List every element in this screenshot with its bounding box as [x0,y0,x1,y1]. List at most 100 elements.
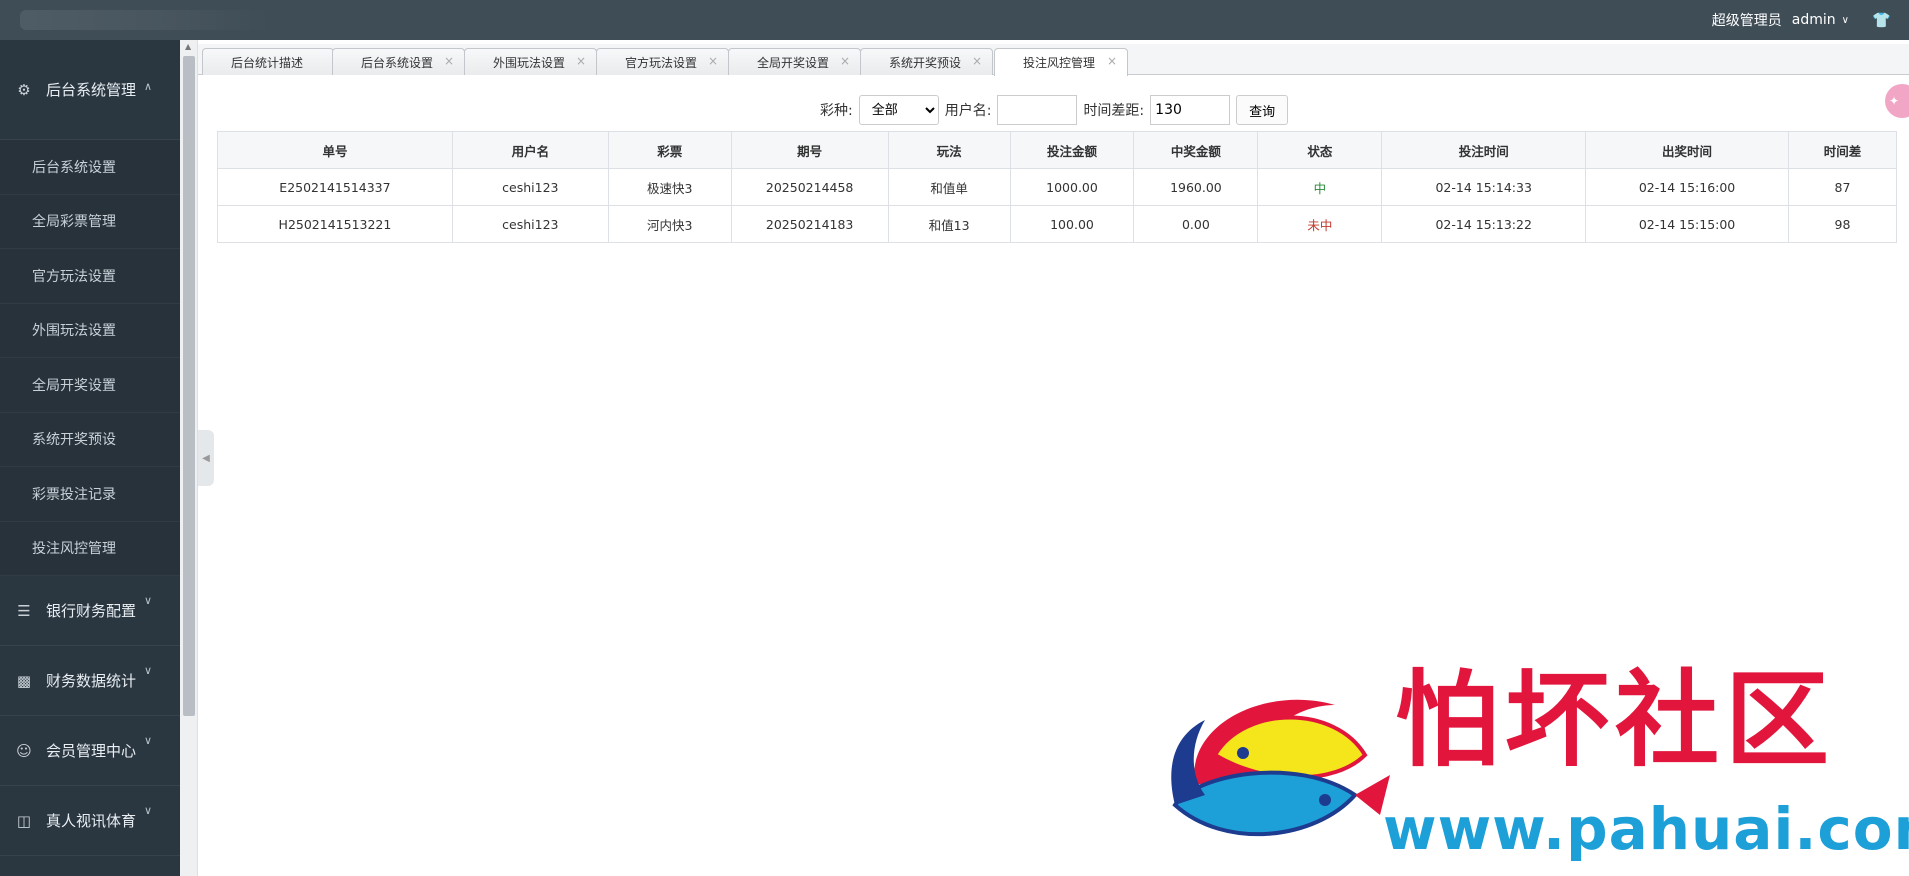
logo [20,10,270,30]
chevron-up-icon: ∧ [143,80,152,93]
cell-lottery: 极速快3 [607,168,732,206]
filter-form: 彩种: 全部 用户名: 时间差距: 查询 [820,95,1289,125]
tab-official-play[interactable]: 官方玩法设置 × [596,48,729,75]
user-role: 超级管理员 [1711,13,1782,29]
sidebar-group-bank[interactable]: ☰ 银行财务配置 ∨ [0,576,180,646]
cell-bet-amount: 100.00 [1009,205,1135,243]
cell-play-type: 和值单 [887,168,1011,206]
tab-draw-preset[interactable]: 系统开奖预设 × [860,48,993,75]
close-icon[interactable]: × [444,54,454,68]
sidebar-item-external-play[interactable]: 外围玩法设置 [0,304,180,358]
sidebar-group-label: 会员管理中心 [46,742,137,760]
tab-bar: 后台统计描述 后台系统设置 × 外围玩法设置 × 官方玩法设置 × 全局开奖设置… [198,44,1909,118]
cell-win-amount: 1960.00 [1133,168,1259,206]
top-bar: 超级管理员 admin ∨ 👕 [0,0,1909,40]
col-order-no: 单号 [217,131,453,169]
col-play-type: 玩法 [887,131,1011,169]
sidebar-group-system[interactable]: ⚙ 后台系统管理 ∧ [0,40,180,140]
col-username: 用户名 [451,131,609,169]
gift-icon: ◫ [16,811,32,830]
sidebar-item-lottery-management[interactable]: 全局彩票管理 [0,195,180,249]
chevron-down-icon: ∨ [143,594,152,607]
list-icon: ☰ [17,601,31,620]
username-input[interactable] [997,95,1078,125]
bar-chart-icon: ▩ [16,671,32,690]
close-icon[interactable]: × [972,54,982,68]
sidebar: ⚙ 后台系统管理 ∧ 后台系统设置 全局彩票管理 官方玩法设置 外围玩法设置 全… [0,40,180,876]
tab-label: 官方玩法设置 [625,55,698,70]
cell-draw-time: 02-14 15:15:00 [1585,205,1789,243]
col-period: 期号 [730,131,889,169]
chevron-down-icon: ∨ [143,804,152,817]
collapse-sidebar-button[interactable]: ◀ [198,430,214,486]
close-icon[interactable]: × [840,54,850,68]
chevron-down-icon: ∨ [143,664,152,677]
col-draw-time: 出奖时间 [1585,131,1789,169]
lottery-label: 彩种: [820,103,853,119]
sidebar-item-draw-preset[interactable]: 系统开奖预设 [0,413,180,467]
tab-label: 后台系统设置 [361,55,434,70]
username-label: 用户名: [944,103,992,119]
scroll-up-icon[interactable]: ▲ [185,42,191,51]
tab-stats-description[interactable]: 后台统计描述 [202,48,334,75]
sidebar-group-live-sports[interactable]: ◫ 真人视讯体育 ∨ [0,786,180,856]
sidebar-scrollbar[interactable]: ▲ [180,40,198,876]
watermark-text: 怕坏社区 [1395,658,1836,781]
sidebar-submenu: 后台系统设置 全局彩票管理 官方玩法设置 外围玩法设置 全局开奖设置 系统开奖预… [0,140,180,576]
tab-external-play[interactable]: 外围玩法设置 × [464,48,597,75]
cell-time-diff: 87 [1787,168,1898,206]
shirt-icon[interactable]: 👕 [1872,11,1891,29]
table-header-row: 单号 用户名 彩票 期号 玩法 投注金额 中奖金额 状态 投注时间 出奖时间 时… [217,131,1898,169]
sidebar-item-risk-control[interactable]: 投注风控管理 [0,522,180,576]
cell-status: 中 [1257,168,1383,206]
tab-risk-control[interactable]: 投注风控管理 × [994,48,1128,76]
cell-play-type: 和值13 [887,205,1011,243]
query-button[interactable]: 查询 [1236,95,1289,125]
tool-icon: ✦ [1889,94,1900,108]
fish-logo-icon [1171,699,1390,837]
table-row: H2502141513221 ceshi123 河内快3 20250214183… [217,205,1898,243]
time-diff-label: 时间差距: [1083,103,1145,119]
col-win-amount: 中奖金额 [1133,131,1259,169]
risk-control-table: 单号 用户名 彩票 期号 玩法 投注金额 中奖金额 状态 投注时间 出奖时间 时… [217,131,1898,243]
cell-status: 未中 [1257,205,1383,243]
sidebar-group-label: 财务数据统计 [46,672,137,690]
time-diff-input[interactable] [1150,95,1231,125]
tab-global-draw[interactable]: 全局开奖设置 × [728,48,861,75]
chevron-left-icon: ◀ [202,452,210,464]
table-row: E2502141514337 ceshi123 极速快3 20250214458… [217,168,1898,206]
cell-period: 20250214458 [730,168,889,206]
user-menu[interactable]: 超级管理员 admin ∨ [1712,10,1849,30]
col-bet-time: 投注时间 [1381,131,1587,169]
sidebar-group-finance-stats[interactable]: ▩ 财务数据统计 ∨ [0,646,180,716]
cell-period: 20250214183 [730,205,889,243]
lottery-select[interactable]: 全部 [858,95,939,125]
gear-icon: ⚙ [17,80,31,99]
col-lottery: 彩票 [607,131,732,169]
tab-system-settings[interactable]: 后台系统设置 × [332,48,465,75]
sidebar-group-label: 银行财务配置 [46,602,137,620]
sidebar-item-bet-records[interactable]: 彩票投注记录 [0,467,180,522]
sidebar-item-system-settings[interactable]: 后台系统设置 [0,140,180,195]
sidebar-item-global-draw[interactable]: 全局开奖设置 [0,358,180,413]
watermark: 怕坏社区 www.pahuai.com [1155,658,1909,865]
cell-bet-amount: 1000.00 [1009,168,1135,206]
tab-label: 外围玩法设置 [493,55,566,70]
cell-order-no: H2502141513221 [217,205,453,243]
cell-lottery: 河内快3 [607,205,732,243]
sidebar-group-label: 后台系统管理 [46,81,137,99]
user-icon: ☺ [16,741,32,760]
close-icon[interactable]: × [1107,54,1117,68]
tab-label: 全局开奖设置 [757,55,830,70]
floating-tool-button[interactable]: ✦ [1885,84,1909,118]
scrollbar-thumb[interactable] [183,56,195,716]
sidebar-item-official-play[interactable]: 官方玩法设置 [0,249,180,304]
sidebar-group-label: 真人视讯体育 [46,812,137,830]
cell-bet-time: 02-14 15:14:33 [1381,168,1587,206]
close-icon[interactable]: × [708,54,718,68]
col-bet-amount: 投注金额 [1009,131,1135,169]
col-time-diff: 时间差 [1787,131,1898,169]
sidebar-group-members[interactable]: ☺ 会员管理中心 ∨ [0,716,180,786]
watermark-url: www.pahuai.com [1383,795,1909,863]
close-icon[interactable]: × [576,54,586,68]
